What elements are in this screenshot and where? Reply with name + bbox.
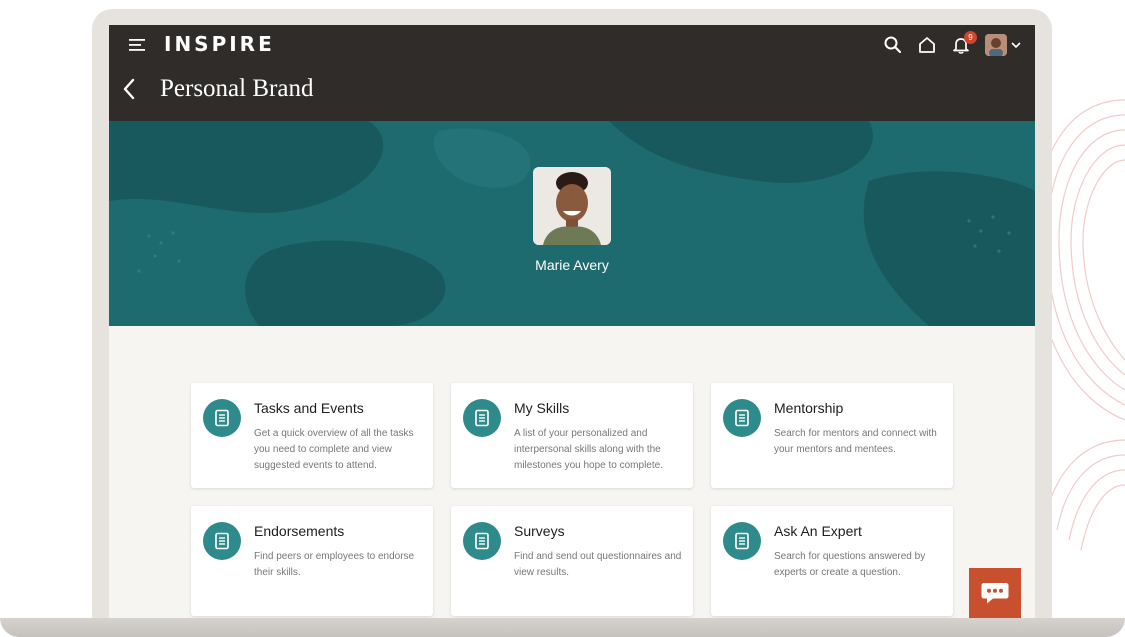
document-icon xyxy=(723,399,761,437)
card-description: Get a quick overview of all the tasks yo… xyxy=(254,428,414,471)
chat-button[interactable] xyxy=(969,568,1021,618)
card-tasks-and-events[interactable]: Tasks and Events Get a quick overview of… xyxy=(191,383,433,488)
card-title: Surveys xyxy=(514,523,565,539)
search-icon[interactable] xyxy=(883,35,903,55)
card-ask-an-expert[interactable]: Ask An Expert Search for questions answe… xyxy=(711,506,953,616)
document-icon xyxy=(203,522,241,560)
top-right-actions: 9 xyxy=(883,31,1021,57)
card-title: Ask An Expert xyxy=(774,523,862,539)
card-endorsements[interactable]: Endorsements Find peers or employees to … xyxy=(191,506,433,616)
card-mentorship[interactable]: Mentorship Search for mentors and connec… xyxy=(711,383,953,488)
app-logo[interactable]: INSPIRE xyxy=(164,32,275,56)
card-title: Mentorship xyxy=(774,400,844,416)
card-title: Tasks and Events xyxy=(254,400,364,416)
profile-photo-image xyxy=(533,167,611,245)
card-description: A list of your personalized and interper… xyxy=(514,428,663,471)
hamburger-menu-icon[interactable] xyxy=(129,37,147,53)
profile-name: Marie Avery xyxy=(535,257,609,273)
card-description: Find and send out questionnaires and vie… xyxy=(514,551,682,578)
chat-bubble-icon xyxy=(981,583,1009,604)
avatar-image xyxy=(985,34,1007,56)
page-title: Personal Brand xyxy=(160,75,314,102)
card-description: Search for mentors and connect with your… xyxy=(774,428,937,455)
card-my-skills[interactable]: My Skills A list of your personalized an… xyxy=(451,383,693,488)
document-icon xyxy=(723,522,761,560)
document-icon xyxy=(463,399,501,437)
home-icon[interactable] xyxy=(917,35,937,55)
card-description: Find peers or employees to endorse their… xyxy=(254,551,415,578)
card-description: Search for questions answered by experts… xyxy=(774,551,926,578)
back-arrow-icon[interactable] xyxy=(121,77,137,101)
profile-photo xyxy=(533,167,611,245)
feature-cards-grid: Tasks and Events Get a quick overview of… xyxy=(191,383,953,616)
notification-badge: 9 xyxy=(964,31,977,44)
app-screen: INSPIRE 9 Personal Brand Marie Avery Tas… xyxy=(109,25,1035,618)
chevron-down-icon[interactable] xyxy=(1011,40,1021,50)
card-surveys[interactable]: Surveys Find and send out questionnaires… xyxy=(451,506,693,616)
laptop-base xyxy=(0,618,1125,637)
profile-banner: Marie Avery xyxy=(109,121,1035,326)
notifications-button[interactable]: 9 xyxy=(951,31,977,55)
document-icon xyxy=(203,399,241,437)
card-title: My Skills xyxy=(514,400,570,416)
document-icon xyxy=(463,522,501,560)
user-avatar[interactable] xyxy=(985,34,1007,56)
top-navigation-bar: INSPIRE 9 Personal Brand xyxy=(109,25,1035,121)
card-title: Endorsements xyxy=(254,523,345,539)
